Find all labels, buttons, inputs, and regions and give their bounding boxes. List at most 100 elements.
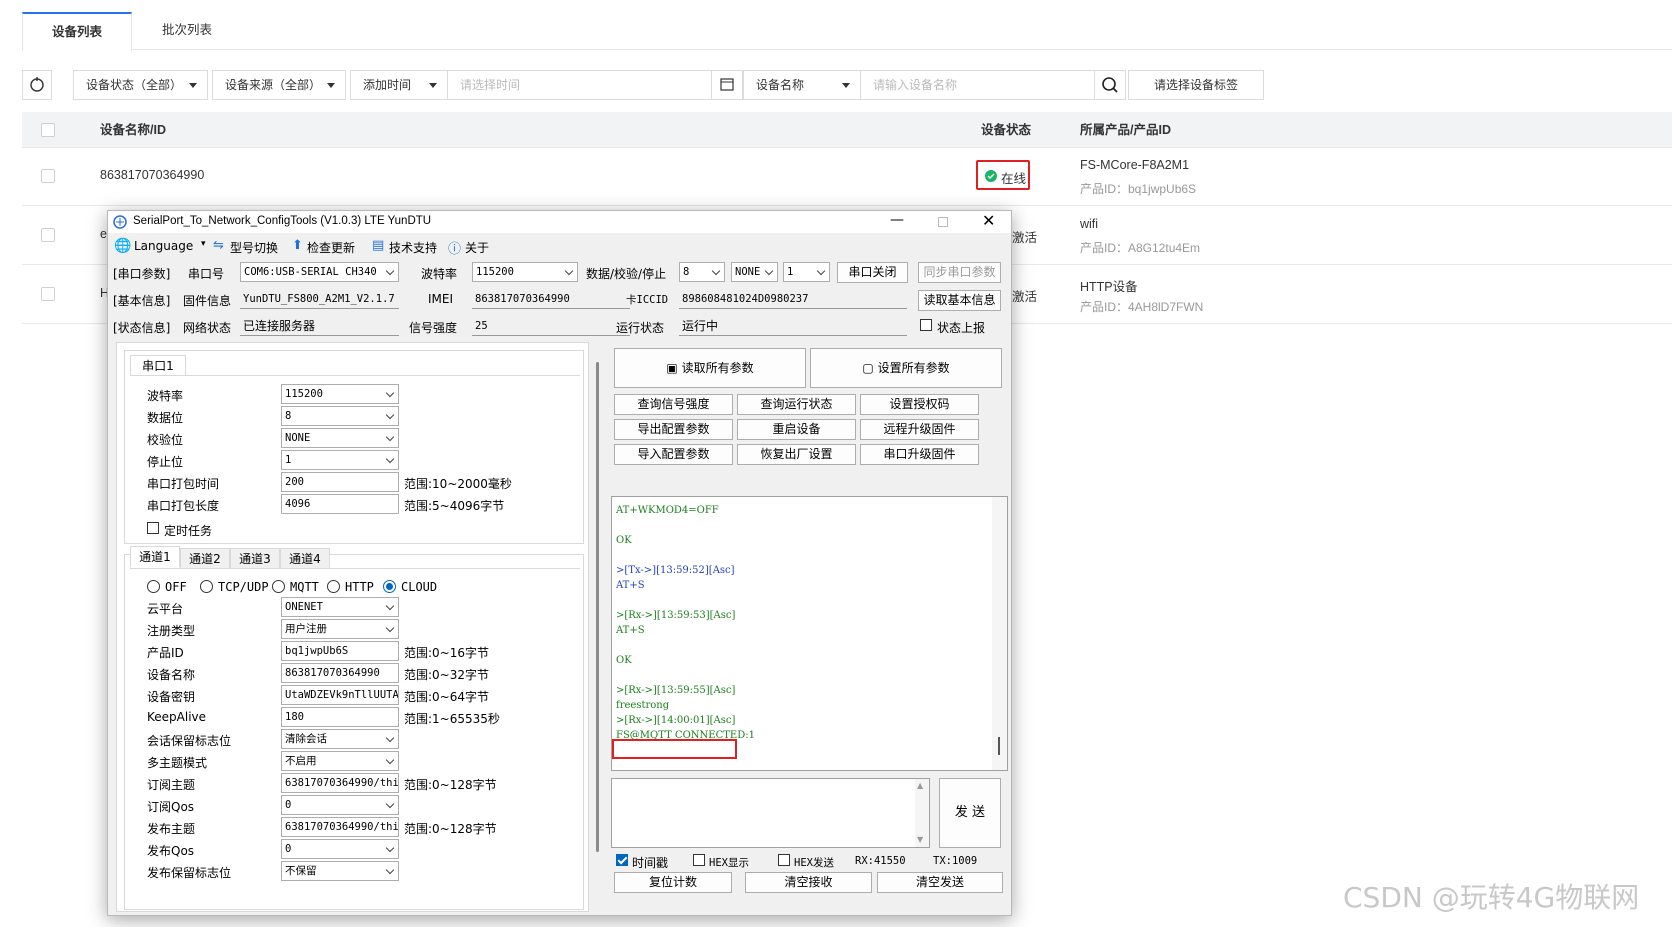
field-select[interactable]: 不启用 xyxy=(281,751,399,771)
receive-log[interactable]: AT+WKMOD4=OFF OK >[Tx->][13:59:52][Asc] AT+… xyxy=(611,496,1008,771)
parity-select[interactable]: NONE xyxy=(731,262,778,282)
port-select[interactable]: COM6:USB-SERIAL CH340 xyxy=(240,262,399,282)
tab-batch-list[interactable]: 批次列表 xyxy=(132,12,242,50)
source-filter[interactable]: 设备来源（全部） xyxy=(212,70,346,100)
calendar-button[interactable] xyxy=(711,70,743,100)
name-input[interactable]: 请输入设备名称 xyxy=(860,70,1095,100)
menu-about[interactable]: 关于 xyxy=(465,239,489,256)
table-row[interactable]: 863817070364990 在线 FS-MCore-F8A2M1 产品ID：… xyxy=(22,148,1672,206)
baud-select[interactable]: 115200 xyxy=(472,262,578,282)
action-button[interactable]: 远程升级固件 xyxy=(860,419,979,440)
imei-field[interactable]: 863817070364990 xyxy=(472,289,630,309)
menu-tech-support[interactable]: 技术支持 xyxy=(389,239,437,256)
field-select[interactable]: 0 xyxy=(281,795,399,815)
field-input[interactable]: bq1jwpUb6S xyxy=(281,641,399,661)
firmware-field[interactable]: YunDTU_FS800_A2M1_V2.1.7 xyxy=(240,289,399,309)
mode-http-radio[interactable] xyxy=(327,580,340,593)
field-input[interactable]: 200 xyxy=(281,472,399,492)
field-select[interactable]: 8 xyxy=(281,406,399,426)
sync-port-button[interactable]: 同步串口参数 xyxy=(918,262,1001,283)
row-checkbox[interactable] xyxy=(41,228,55,242)
field-select[interactable]: 用户注册 xyxy=(281,619,399,639)
mode-tcp-radio[interactable] xyxy=(200,580,213,593)
mode-mqtt-radio[interactable] xyxy=(272,580,285,593)
field-input[interactable]: UtaWDZEVk9nTllUUTA= xyxy=(281,685,399,705)
field-select[interactable]: ONENET xyxy=(281,597,399,617)
action-button[interactable]: 重启设备 xyxy=(737,419,856,440)
menu-language[interactable]: Language xyxy=(134,239,193,253)
databits-select[interactable]: 8 xyxy=(679,262,725,282)
field-select[interactable]: 不保留 xyxy=(281,861,399,881)
field-input[interactable]: 63817070364990/thin xyxy=(281,773,399,793)
scroll-up-icon[interactable]: ▲ xyxy=(917,781,923,790)
row-checkbox[interactable] xyxy=(41,169,55,183)
close-port-button[interactable]: 串口关闭 xyxy=(837,262,908,283)
select-all-checkbox[interactable] xyxy=(41,123,55,137)
menu-check-update[interactable]: 检查更新 xyxy=(307,239,355,256)
refresh-button[interactable] xyxy=(22,70,52,100)
stopbits-select[interactable]: 1 xyxy=(783,262,830,282)
iccid-field[interactable]: 898608481024D0980237 xyxy=(679,289,907,309)
tab-channel2[interactable]: 通道2 xyxy=(180,548,230,568)
clear-receive-button[interactable]: 清空接收 xyxy=(745,872,872,893)
field-select[interactable]: 115200 xyxy=(281,384,399,404)
log-scrollbar-thumb[interactable] xyxy=(998,737,1000,755)
maximize-button[interactable] xyxy=(938,217,948,227)
tab-serial1[interactable]: 串口1 xyxy=(130,355,186,376)
product-name[interactable]: wifi xyxy=(1080,217,1098,231)
mode-cloud-radio[interactable] xyxy=(383,580,396,593)
status-report-checkbox[interactable] xyxy=(920,319,932,331)
mode-off-radio[interactable] xyxy=(147,580,160,593)
status-filter[interactable]: 设备状态（全部） xyxy=(73,70,208,100)
field-select[interactable]: 1 xyxy=(281,450,399,470)
run-field[interactable]: 运行中 xyxy=(679,316,907,336)
log-scrollbar[interactable] xyxy=(992,497,1007,770)
field-input[interactable]: 63817070364990/thin xyxy=(281,817,399,837)
action-button[interactable]: 查询信号强度 xyxy=(614,394,733,415)
search-button[interactable] xyxy=(1094,70,1126,100)
field-input[interactable]: 4096 xyxy=(281,494,399,514)
tag-filter[interactable]: 请选择设备标签 xyxy=(1128,70,1264,100)
network-field[interactable]: 已连接服务器 xyxy=(240,316,399,336)
name-filter[interactable]: 设备名称 xyxy=(743,70,861,100)
field-select[interactable]: 0 xyxy=(281,839,399,859)
scroll-down-icon[interactable]: ▼ xyxy=(917,835,923,844)
field-input[interactable]: 863817070364990 xyxy=(281,663,399,683)
read-basic-info-button[interactable]: 读取基本信息 xyxy=(918,290,1001,311)
signal-field[interactable]: 25 xyxy=(472,316,630,336)
tab-device-list[interactable]: 设备列表 xyxy=(22,12,132,51)
send-scrollbar[interactable]: ▲ ▼ xyxy=(915,779,929,847)
set-all-params-button[interactable]: ▢ 设置所有参数 xyxy=(810,348,1002,388)
action-button[interactable]: 恢复出厂设置 xyxy=(737,444,856,465)
read-all-params-button[interactable]: ▣ 读取所有参数 xyxy=(614,348,806,388)
scrollbar-thumb[interactable] xyxy=(596,362,599,852)
left-scrollbar[interactable] xyxy=(591,342,605,912)
timestamp-checkbox[interactable] xyxy=(616,854,628,866)
field-input[interactable]: 180 xyxy=(281,707,399,727)
send-button[interactable]: 发 送 xyxy=(939,778,1001,848)
tab-channel4[interactable]: 通道4 xyxy=(280,548,330,568)
product-name[interactable]: FS-MCore-F8A2M1 xyxy=(1080,158,1189,172)
field-select[interactable]: NONE xyxy=(281,428,399,448)
menu-model-switch[interactable]: 型号切换 xyxy=(230,239,278,256)
action-button[interactable]: 查询运行状态 xyxy=(737,394,856,415)
tab-channel3[interactable]: 通道3 xyxy=(230,548,280,568)
hex-show-checkbox[interactable] xyxy=(693,854,705,866)
action-button[interactable]: 串口升级固件 xyxy=(860,444,979,465)
action-button[interactable]: 设置授权码 xyxy=(860,394,979,415)
action-button[interactable]: 导出配置参数 xyxy=(614,419,733,440)
clear-send-button[interactable]: 清空发送 xyxy=(877,872,1003,893)
time-filter[interactable]: 添加时间 xyxy=(350,70,448,100)
minimize-button[interactable]: — xyxy=(890,212,904,228)
close-button[interactable]: ✕ xyxy=(982,211,995,230)
send-input[interactable]: ▲ ▼ xyxy=(611,778,930,848)
row-checkbox[interactable] xyxy=(41,287,55,301)
reset-count-button[interactable]: 复位计数 xyxy=(614,872,732,893)
time-input[interactable]: 请选择时间 xyxy=(447,70,712,100)
tab-channel1[interactable]: 通道1 xyxy=(130,546,180,567)
hex-send-checkbox[interactable] xyxy=(778,854,790,866)
timer-checkbox[interactable] xyxy=(147,522,159,534)
action-button[interactable]: 导入配置参数 xyxy=(614,444,733,465)
product-name[interactable]: HTTP设备 xyxy=(1080,276,1138,295)
field-select[interactable]: 清除会话 xyxy=(281,729,399,749)
